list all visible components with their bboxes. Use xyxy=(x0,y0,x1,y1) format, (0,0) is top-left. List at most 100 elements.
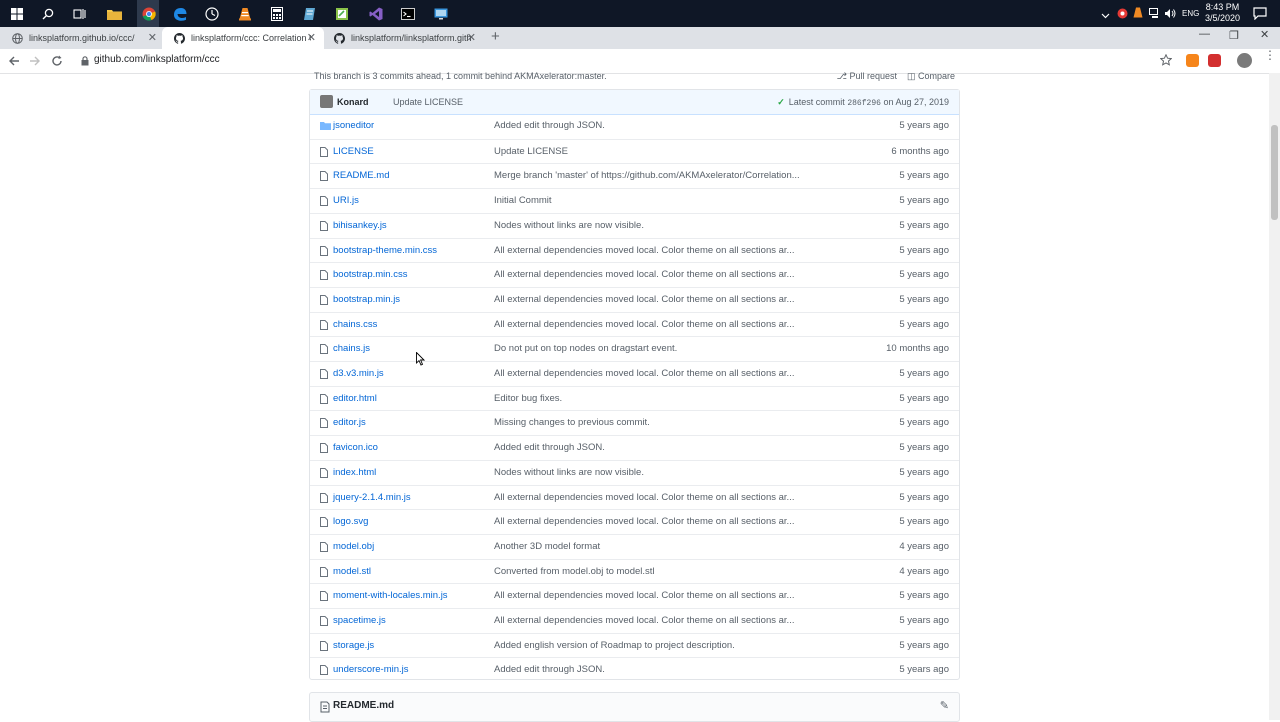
file-name-link[interactable]: chains.css xyxy=(333,319,377,330)
file-name-link[interactable]: editor.js xyxy=(333,417,366,428)
file-commit-message[interactable]: All external dependencies moved local. C… xyxy=(494,615,794,626)
file-commit-message[interactable]: All external dependencies moved local. C… xyxy=(494,294,794,305)
file-commit-message[interactable]: Added edit through JSON. xyxy=(494,664,605,675)
visual-studio-icon[interactable] xyxy=(366,4,385,23)
minimize-icon[interactable]: — xyxy=(1199,28,1210,40)
file-name-link[interactable]: model.obj xyxy=(333,541,374,552)
tray-antivirus-icon[interactable] xyxy=(1117,8,1128,22)
calculator-icon[interactable] xyxy=(267,4,286,23)
file-commit-message[interactable]: Update LICENSE xyxy=(494,146,568,157)
tray-language[interactable]: ENG xyxy=(1182,9,1199,18)
vlc-icon[interactable] xyxy=(235,4,254,23)
edit-pencil-icon[interactable]: ✎ xyxy=(940,699,949,712)
scrollbar-thumb[interactable] xyxy=(1271,125,1278,220)
file-commit-message[interactable]: All external dependencies moved local. C… xyxy=(494,245,794,256)
file-commit-message[interactable]: Nodes without links are now visible. xyxy=(494,220,644,231)
file-explorer-icon[interactable] xyxy=(105,4,124,23)
notepad-plus-icon[interactable] xyxy=(332,4,351,23)
file-commit-message[interactable]: Editor bug fixes. xyxy=(494,393,562,404)
file-commit-message[interactable]: All external dependencies moved local. C… xyxy=(494,269,794,280)
commit-author[interactable]: Konard xyxy=(337,97,369,107)
file-commit-message[interactable]: All external dependencies moved local. C… xyxy=(494,368,794,379)
chrome-icon[interactable] xyxy=(139,4,158,23)
file-name-link[interactable]: README.md xyxy=(333,170,389,181)
file-commit-message[interactable]: Initial Commit xyxy=(494,195,552,206)
terminal-icon[interactable] xyxy=(398,4,417,23)
tray-clock[interactable]: 8:43 PM 3/5/2020 xyxy=(1205,2,1240,24)
tray-chevron-icon[interactable] xyxy=(1101,8,1110,22)
file-name-link[interactable]: model.stl xyxy=(333,566,371,577)
close-tab-icon[interactable]: ✕ xyxy=(307,31,316,44)
file-name-link[interactable]: bootstrap.min.js xyxy=(333,294,400,305)
tray-network-icon[interactable] xyxy=(1149,8,1161,22)
file-name-link[interactable]: chains.js xyxy=(333,343,370,354)
tray-vlc-icon[interactable] xyxy=(1133,7,1143,22)
commit-message[interactable]: Update LICENSE xyxy=(393,97,463,107)
notification-center-icon[interactable] xyxy=(1253,7,1267,23)
search-icon[interactable] xyxy=(38,4,57,23)
commit-sha[interactable]: 286f296 xyxy=(847,99,881,108)
close-window-icon[interactable]: ✕ xyxy=(1260,28,1269,41)
metamask-extension-icon[interactable] xyxy=(1186,54,1199,67)
bookmark-star-icon[interactable] xyxy=(1159,53,1173,69)
address-bar[interactable]: github.com/linksplatform/ccc xyxy=(94,54,220,65)
file-commit-message[interactable]: All external dependencies moved local. C… xyxy=(494,492,794,503)
file-name-link[interactable]: bootstrap-theme.min.css xyxy=(333,245,437,256)
file-commit-message[interactable]: Converted from model.obj to model.stl xyxy=(494,566,655,577)
reload-icon[interactable] xyxy=(49,53,65,69)
file-name-link[interactable]: URI.js xyxy=(333,195,359,206)
compare-link[interactable]: ◫ Compare xyxy=(907,71,955,82)
tab-linksplatform-io[interactable]: linksplatform.github.io/ccc/ ✕ xyxy=(0,27,165,49)
file-commit-message[interactable]: Added edit through JSON. xyxy=(494,442,605,453)
edge-icon[interactable] xyxy=(170,4,189,23)
file-commit-message[interactable]: All external dependencies moved local. C… xyxy=(494,319,794,330)
tab-linksplatform-github[interactable]: linksplatform/linksplatform.githu ✕ xyxy=(322,27,484,49)
file-name-link[interactable]: underscore-min.js xyxy=(333,664,409,675)
file-name-link[interactable]: jquery-2.1.4.min.js xyxy=(333,492,411,503)
remote-desktop-icon[interactable] xyxy=(431,4,450,23)
file-name-link[interactable]: bootstrap.min.css xyxy=(333,269,407,280)
file-name-link[interactable]: logo.svg xyxy=(333,516,368,527)
windows-start-icon[interactable] xyxy=(7,4,26,23)
profile-avatar[interactable] xyxy=(1237,53,1252,68)
close-tab-icon[interactable]: ✕ xyxy=(467,31,476,44)
restore-icon[interactable]: ❐ xyxy=(1229,29,1239,42)
file-name-link[interactable]: editor.html xyxy=(333,393,377,404)
file-commit-message[interactable]: Another 3D model format xyxy=(494,541,600,552)
file-age: 5 years ago xyxy=(899,639,949,651)
file-commit-message[interactable]: Missing changes to previous commit. xyxy=(494,417,650,428)
task-view-icon[interactable] xyxy=(70,4,89,23)
file-icon xyxy=(320,591,328,602)
file-name-link[interactable]: jsoneditor xyxy=(333,120,374,131)
file-commit-message[interactable]: All external dependencies moved local. C… xyxy=(494,590,794,601)
pull-request-link[interactable]: ⎇ Pull request xyxy=(837,71,897,82)
clock-app-icon[interactable] xyxy=(202,4,221,23)
lock-icon[interactable] xyxy=(81,56,89,66)
file-name-link[interactable]: favicon.ico xyxy=(333,442,378,453)
file-name-link[interactable]: bihisankey.js xyxy=(333,220,387,231)
author-avatar[interactable] xyxy=(320,95,333,108)
file-icon xyxy=(320,616,328,626)
new-tab-button[interactable]: + xyxy=(491,28,500,45)
notepad-icon[interactable] xyxy=(300,4,319,23)
file-commit-message[interactable]: Added edit through JSON. xyxy=(494,120,605,131)
file-name-link[interactable]: d3.v3.min.js xyxy=(333,368,384,379)
forward-arrow-icon[interactable] xyxy=(27,53,43,69)
file-commit-message[interactable]: Added english version of Roadmap to proj… xyxy=(494,640,735,651)
tab-linksplatform-ccc[interactable]: linksplatform/ccc: Correlation Ce ✕ xyxy=(162,27,324,49)
file-commit-message[interactable]: All external dependencies moved local. C… xyxy=(494,516,794,527)
file-name-link[interactable]: spacetime.js xyxy=(333,615,386,626)
file-commit-message[interactable]: Nodes without links are now visible. xyxy=(494,467,644,478)
back-arrow-icon[interactable] xyxy=(6,53,22,69)
file-commit-message[interactable]: Merge branch 'master' of https://github.… xyxy=(494,170,800,181)
file-name-link[interactable]: LICENSE xyxy=(333,146,374,157)
tray-volume-icon[interactable] xyxy=(1164,8,1176,22)
file-name-link[interactable]: index.html xyxy=(333,467,376,478)
close-tab-icon[interactable]: ✕ xyxy=(148,31,157,44)
file-name-link[interactable]: storage.js xyxy=(333,640,374,651)
file-name-link[interactable]: moment-with-locales.min.js xyxy=(333,590,448,601)
pdf-extension-icon[interactable] xyxy=(1208,54,1221,67)
browser-menu-icon[interactable]: ⋮ xyxy=(1264,49,1276,61)
file-icon xyxy=(320,369,328,379)
file-commit-message[interactable]: Do not put on top nodes on dragstart eve… xyxy=(494,343,677,354)
